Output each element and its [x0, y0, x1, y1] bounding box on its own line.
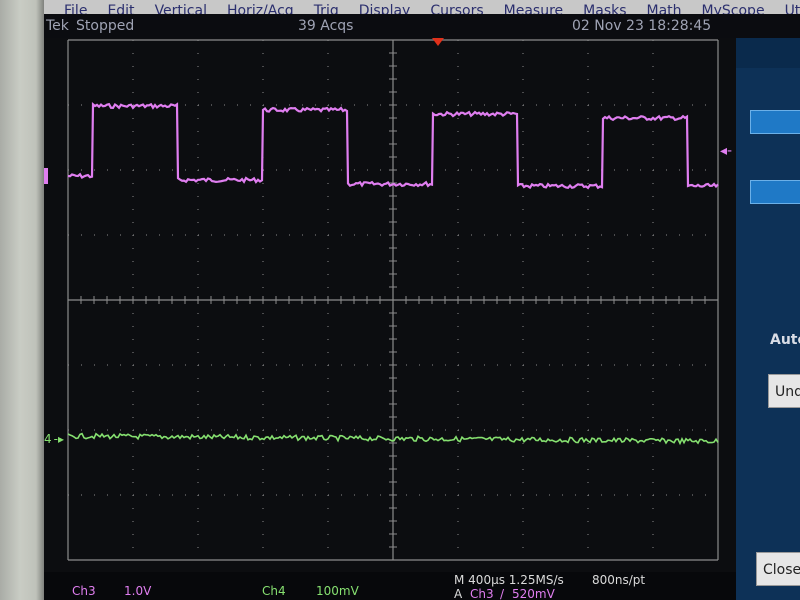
- menu-vertical[interactable]: Vertical: [155, 4, 207, 14]
- ch3-label[interactable]: Ch3: [72, 584, 96, 598]
- trigger-source[interactable]: Ch3: [470, 587, 494, 600]
- menu-cursors[interactable]: Cursors: [430, 4, 483, 14]
- menu-horiz-acq[interactable]: Horiz/Acq: [227, 4, 294, 14]
- readout-bar: Ch3 1.0V Ch4 100mV M 400µs 1.25MS/s 800n…: [44, 572, 736, 600]
- menu-edit[interactable]: Edit: [107, 4, 134, 14]
- ch3-marker[interactable]: 3: [44, 168, 48, 184]
- side-button-2[interactable]: [750, 180, 800, 204]
- waveform-display[interactable]: [64, 38, 734, 568]
- undo-button[interactable]: Und: [768, 374, 800, 408]
- ch4-marker[interactable]: 4 -▸: [44, 432, 64, 446]
- menu-math[interactable]: Math: [647, 4, 682, 14]
- menu-masks[interactable]: Masks: [583, 4, 626, 14]
- trigger-slope-icon: /: [500, 587, 505, 600]
- acquisition-count: 39 Acqs: [298, 18, 354, 34]
- trigger-prefix: A: [454, 587, 463, 600]
- menu-utilities[interactable]: Utilities: [785, 4, 800, 14]
- brand-label: Tek: [46, 18, 69, 34]
- menu-measure[interactable]: Measure: [504, 4, 564, 14]
- menu-display[interactable]: Display: [359, 4, 411, 14]
- oscilloscope-screen: File Edit Vertical Horiz/Acq Trig Displa…: [44, 0, 800, 600]
- graticule: [67, 38, 719, 561]
- side-button-1[interactable]: [750, 110, 800, 134]
- side-panel: Auto Und Close: [736, 38, 800, 600]
- menu-myscope[interactable]: MyScope: [702, 4, 765, 14]
- datetime: 02 Nov 23 18:28:45: [572, 18, 712, 34]
- menu-trig[interactable]: Trig: [314, 4, 339, 14]
- auto-label: Auto: [770, 332, 800, 348]
- menu-bar: File Edit Vertical Horiz/Acq Trig Displa…: [44, 0, 800, 14]
- close-button[interactable]: Close: [756, 552, 800, 586]
- status-bar: Tek Stopped 39 Acqs 02 Nov 23 18:28:45: [44, 14, 800, 38]
- ch4-scale[interactable]: 100mV: [316, 584, 359, 598]
- timebase-readout[interactable]: M 400µs 1.25MS/s: [454, 573, 564, 587]
- trigger-position-icon: [432, 38, 444, 46]
- run-state[interactable]: Stopped: [76, 18, 134, 34]
- menu-file[interactable]: File: [64, 4, 87, 14]
- trigger-level[interactable]: 520mV: [512, 587, 555, 600]
- ch4-label[interactable]: Ch4: [262, 584, 286, 598]
- ch3-scale[interactable]: 1.0V: [124, 584, 151, 598]
- trigger-level-arrow-icon: ◂-: [720, 143, 733, 159]
- resolution-readout: 800ns/pt: [592, 573, 646, 587]
